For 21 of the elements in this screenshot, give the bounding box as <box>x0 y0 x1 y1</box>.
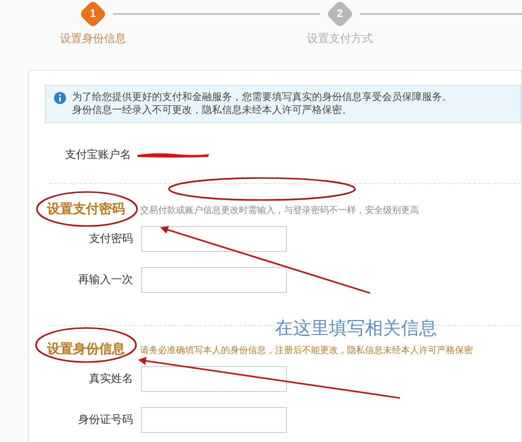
account-name-label: 支付宝账户名 <box>65 148 132 163</box>
notice-text: 为了给您提供更好的支付和金融服务，您需要填写真实的身份信息享受会员保障服务。 <box>72 91 452 104</box>
section-note: 交易付款或账户信息更改时需输入，与登录密码不一样，安全级别更高 <box>140 204 419 217</box>
field-label: 再输入一次 <box>77 272 133 288</box>
section-title: 设置支付密码 <box>47 200 125 219</box>
info-icon <box>54 92 66 104</box>
input-field[interactable] <box>141 267 287 293</box>
input-field[interactable] <box>141 366 287 392</box>
input-field[interactable] <box>141 226 287 252</box>
step-number: 2 <box>326 0 354 28</box>
input-field[interactable] <box>141 407 287 433</box>
annotation-text: 在这里填写相关信息 <box>275 318 437 340</box>
field-label: 真实姓名 <box>88 372 133 387</box>
section-note: 请务必准确填写本人的身份信息，注册后不能更改，隐私信息未经本人许可严格保密 <box>140 344 473 357</box>
notice-text: 身份信息一经录入不可更改，隐私信息未经本人许可严格保密。 <box>72 104 352 117</box>
field-label: 身份证号码 <box>77 412 133 428</box>
step-label: 设置身份信息 <box>60 32 126 47</box>
step-number: 1 <box>78 0 108 28</box>
step-label: 设置支付方式 <box>307 32 373 47</box>
section-title: 设置身份信息 <box>47 341 125 359</box>
field-label: 支付密码 <box>88 232 133 247</box>
